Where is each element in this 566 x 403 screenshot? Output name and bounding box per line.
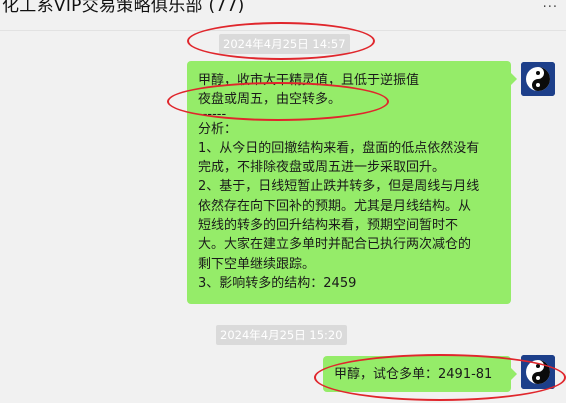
chat-title[interactable]: 化工系VIP交易策略俱乐部 (77) bbox=[2, 0, 245, 16]
message-line: 短线的转多的回升结构来看，预期空间暂时不 bbox=[198, 218, 459, 234]
message-line: 完成，不排除夜盘或周五进一步采取回升。 bbox=[198, 160, 446, 176]
avatar[interactable] bbox=[521, 62, 555, 96]
message-line: 大。大家在建立多单时并配合已执行两次减仓的 bbox=[198, 237, 472, 253]
annotation-ellipse bbox=[187, 22, 375, 60]
yin-yang-icon bbox=[521, 62, 555, 96]
message-line: 2、基于，日线短暂止跌并转多，但是周线与月线 bbox=[198, 179, 480, 195]
message-line: 3、影响转多的结构：2459 bbox=[198, 275, 357, 291]
more-options-icon[interactable]: ··· bbox=[543, 0, 558, 15]
message-line: 依然存在向下回补的预期。尤其是月线结构。从 bbox=[198, 198, 472, 214]
message-line: 分析： bbox=[198, 121, 238, 137]
message-timestamp: 2024年4月25日 15:20 bbox=[216, 325, 347, 345]
message-line: 1、从今日的回撤结构来看，盘面的低点依然没有 bbox=[198, 140, 480, 156]
message-line: 剩下空单继续跟踪。 bbox=[198, 256, 316, 272]
annotation-ellipse bbox=[314, 354, 566, 401]
annotation-ellipse bbox=[167, 82, 389, 121]
